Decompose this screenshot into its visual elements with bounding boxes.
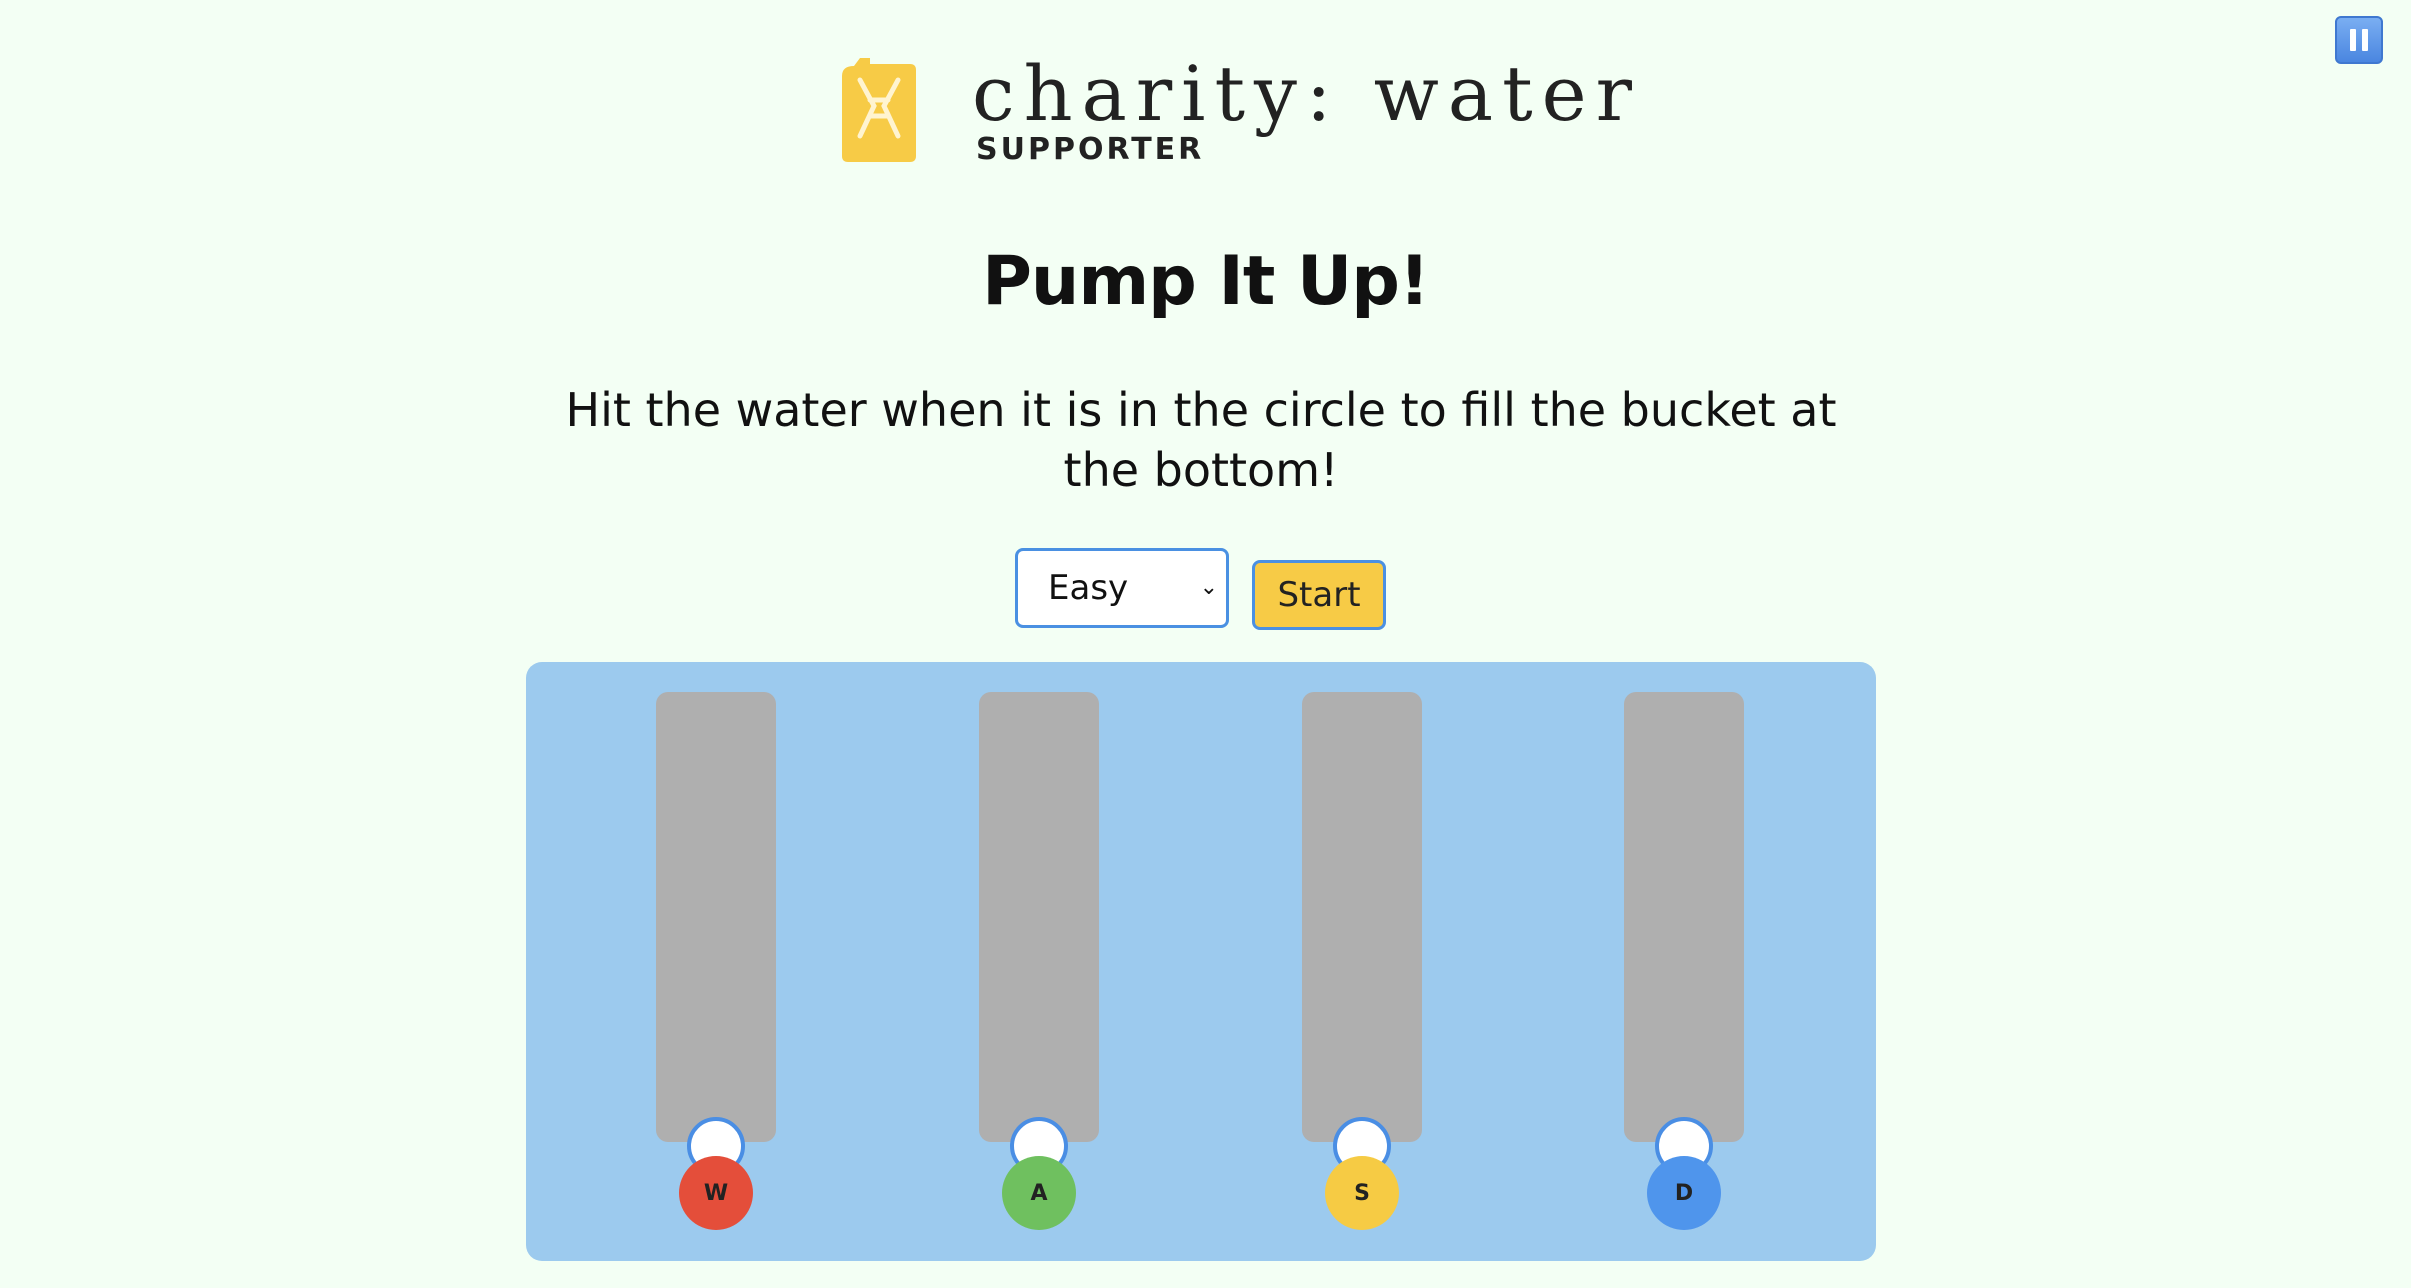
page-title: Pump It Up!: [982, 242, 1430, 321]
lane-s: [1302, 692, 1422, 1175]
difficulty-select[interactable]: Easy ⌄: [1015, 548, 1229, 628]
key-button-d[interactable]: D: [1647, 1156, 1721, 1230]
key-button-s[interactable]: S: [1325, 1156, 1399, 1230]
difficulty-selected-value: Easy: [1048, 568, 1129, 608]
lane-d: [1624, 692, 1744, 1175]
pause-icon: [2350, 29, 2356, 51]
jerrycan-icon: [842, 58, 916, 162]
start-button[interactable]: Start: [1252, 560, 1386, 630]
key-button-w[interactable]: W: [679, 1156, 753, 1230]
logo-wordmark: charity: water: [972, 49, 1641, 138]
key-button-a[interactable]: A: [1002, 1156, 1076, 1230]
game-board: W A S D: [526, 662, 1876, 1261]
chevron-down-icon: ⌄: [1199, 575, 1218, 600]
instructions-text: Hit the water when it is in the circle t…: [565, 383, 1837, 497]
logo-subtitle: SUPPORTER: [976, 132, 1205, 167]
lane-w: [656, 692, 776, 1175]
pause-button[interactable]: [2335, 16, 2383, 64]
lane-a: [979, 692, 1099, 1175]
